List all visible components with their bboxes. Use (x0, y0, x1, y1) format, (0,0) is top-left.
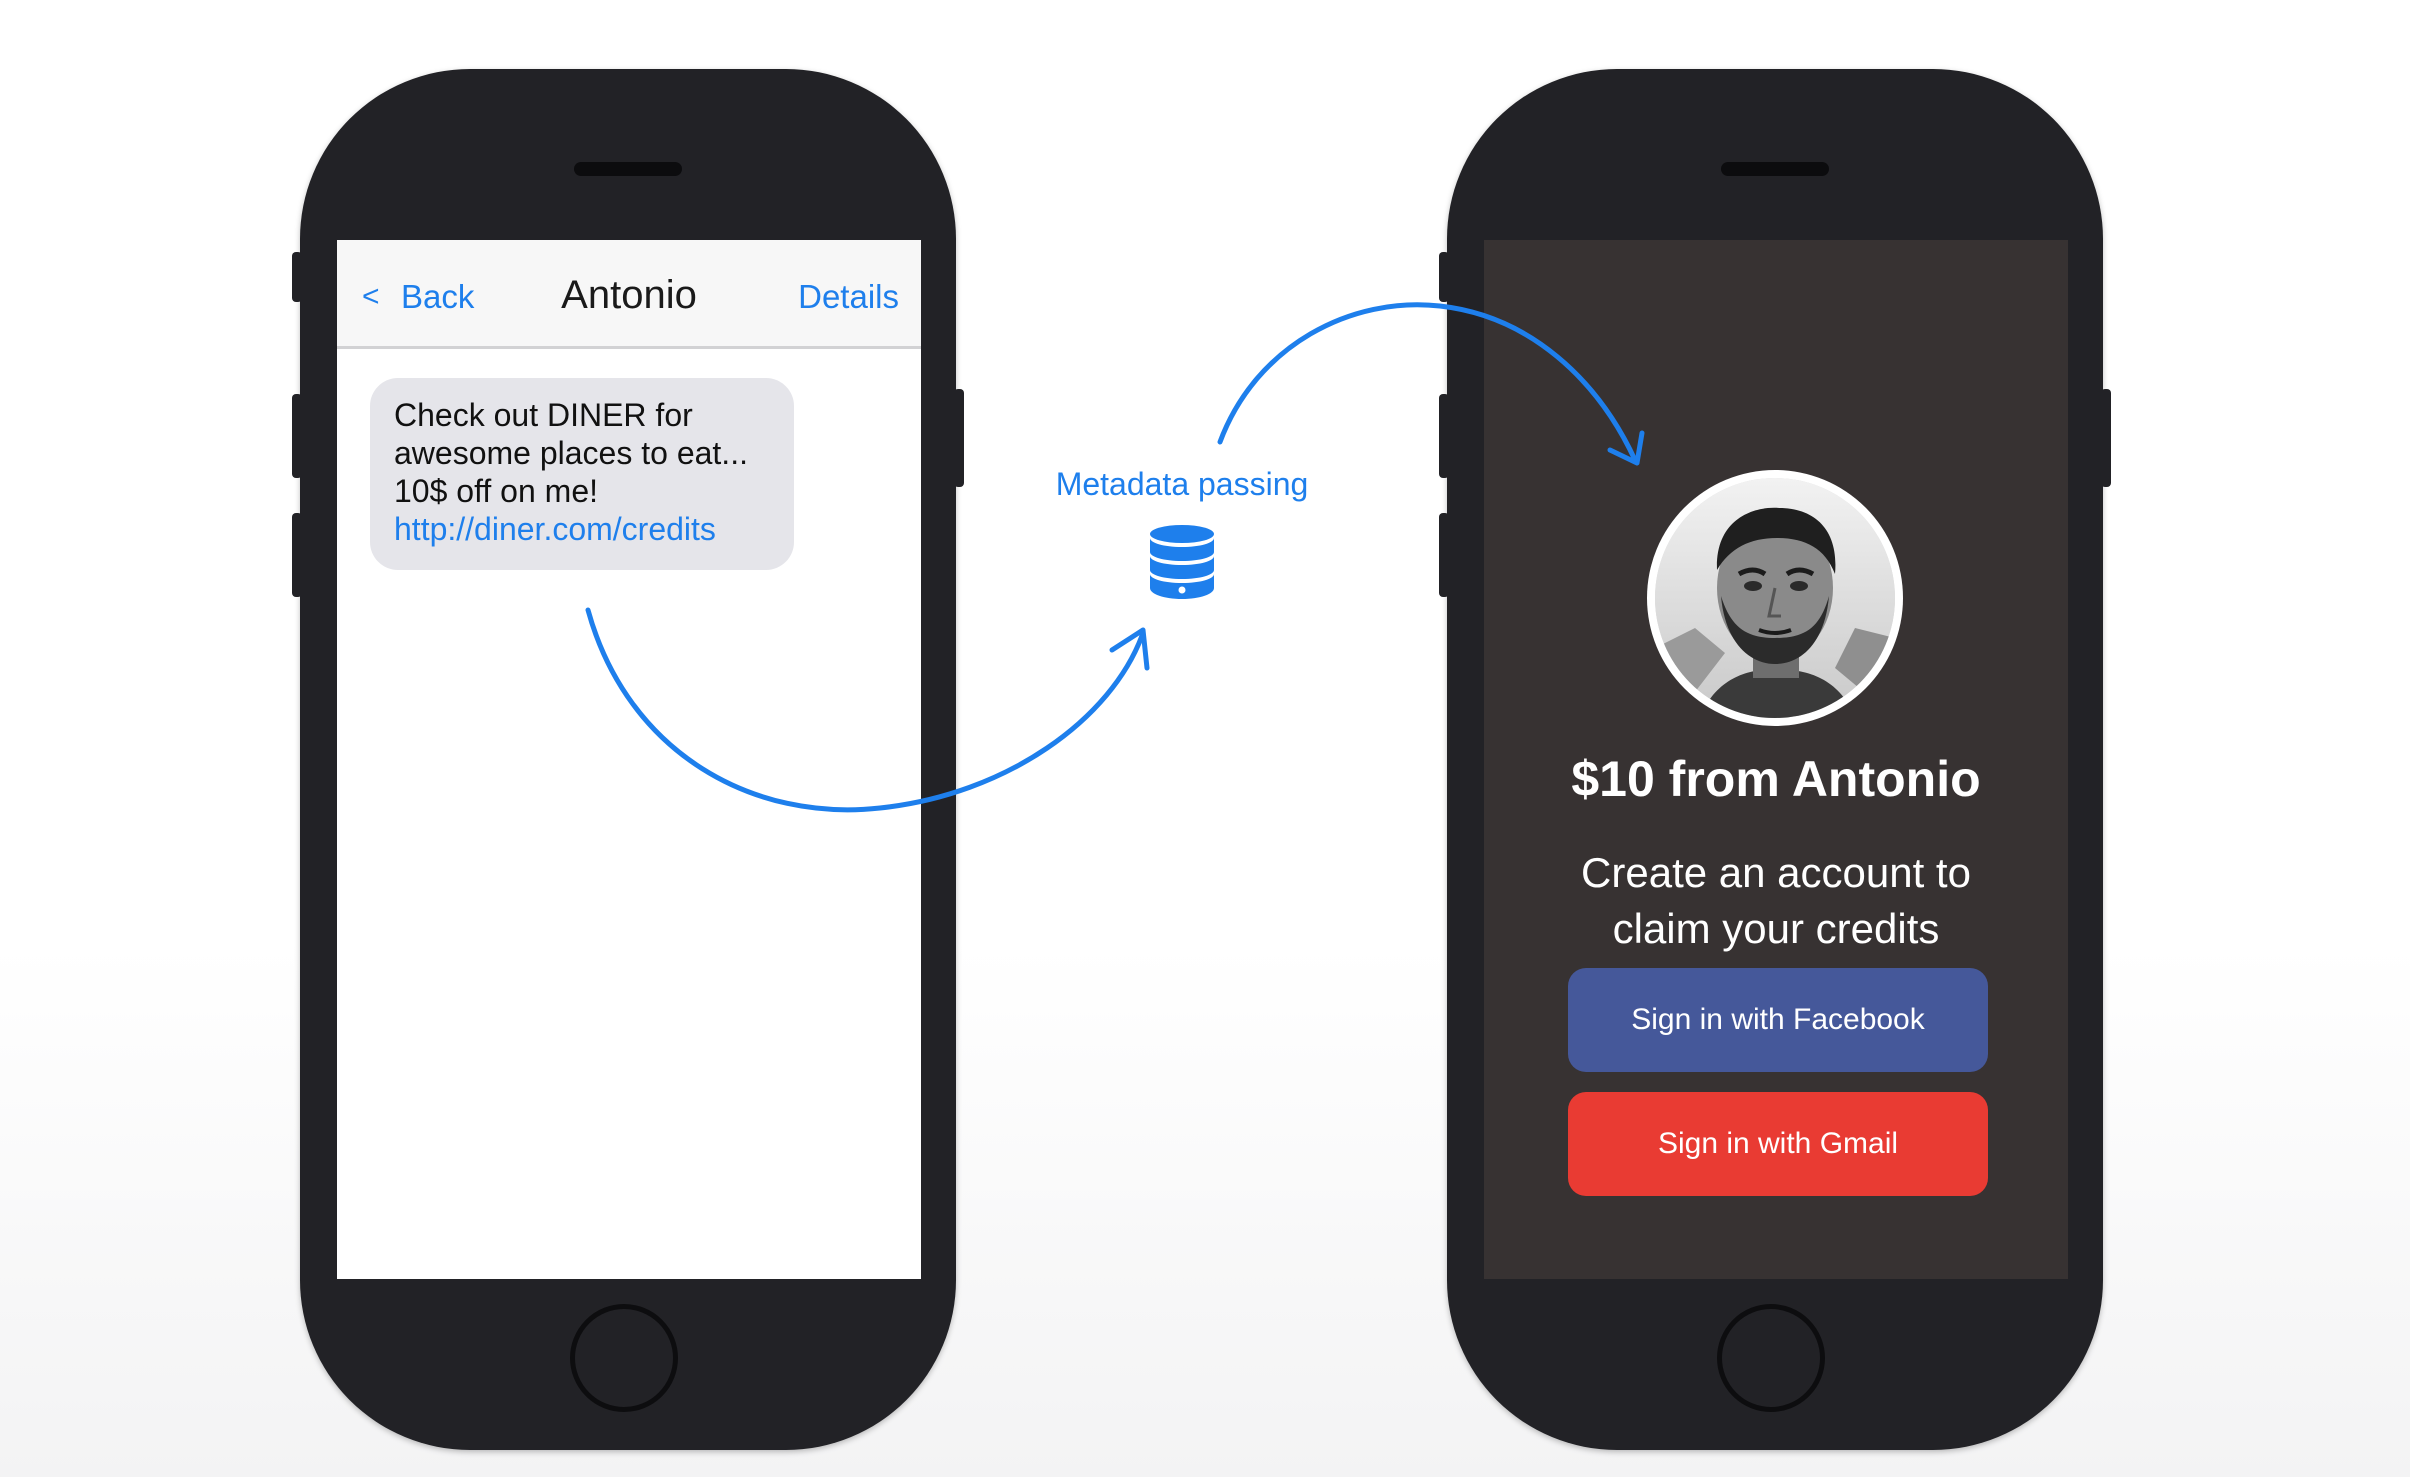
flow-arrows (585, 302, 1645, 813)
arrow-to-database (585, 607, 1146, 813)
arrow-to-profile (1217, 302, 1638, 463)
metadata-passing-label: Metadata passing (1055, 466, 1309, 502)
database-icon (1150, 525, 1214, 599)
